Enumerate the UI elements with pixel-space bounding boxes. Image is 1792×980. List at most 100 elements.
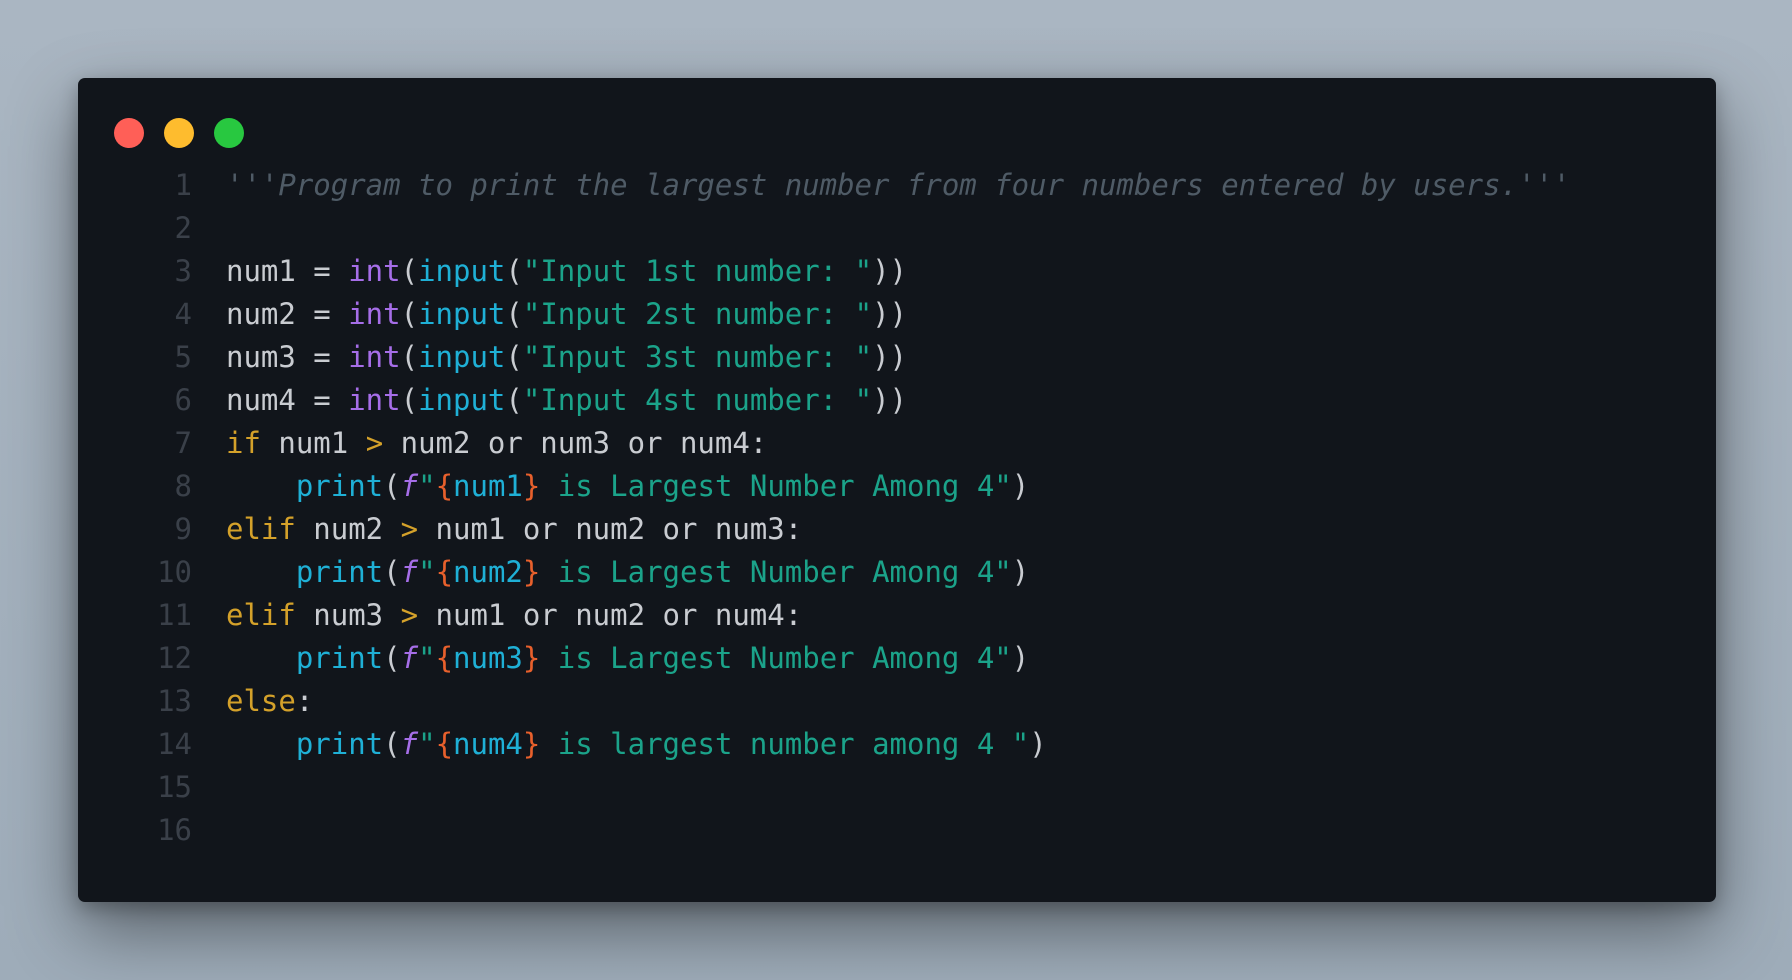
token-fprefix: f [400, 555, 419, 589]
code-line: 16 [78, 809, 1716, 852]
code-line: 5 num3 = int(input("Input 3st number: ")) [78, 336, 1716, 379]
line-number: 10 [157, 555, 192, 589]
token-interp: { [435, 727, 454, 761]
token-interp: { [435, 555, 454, 589]
token-plain: ( [400, 383, 419, 417]
token-string: "Input 1st number: " [522, 254, 873, 288]
code-line: 11 elif num3 > num1 or num2 or num4: [78, 594, 1716, 637]
line-number: 1 [174, 168, 192, 202]
token-func: print [295, 641, 384, 675]
line-source: num3 = int(input("Input 3st number: ")) [226, 336, 1716, 379]
token-plain: num2 or num3 or num4: [383, 426, 768, 460]
token-keyword: if [226, 426, 261, 460]
line-number: 14 [157, 727, 192, 761]
token-func: input [418, 297, 506, 331]
token-keyword: > [400, 512, 419, 546]
token-plain: num3 [295, 598, 401, 632]
code-editor[interactable]: 1 '''Program to print the largest number … [78, 164, 1716, 852]
token-plain: ( [383, 641, 401, 675]
token-plain: )) [872, 383, 907, 417]
line-number: 11 [157, 598, 192, 632]
line-source: if num1 > num2 or num3 or num4: [226, 422, 1716, 465]
code-line: 3 num1 = int(input("Input 1st number: ")) [78, 250, 1716, 293]
code-line: 8 print(f"{num1} is Largest Number Among… [78, 465, 1716, 508]
token-plain: ( [505, 297, 523, 331]
code-line: 6 num4 = int(input("Input 4st number: ")) [78, 379, 1716, 422]
close-button[interactable] [114, 118, 144, 148]
line-number: 2 [174, 211, 192, 245]
token-keyword: elif [226, 598, 296, 632]
line-number: 13 [157, 684, 192, 718]
token-plain: num2 = [226, 297, 349, 331]
token-string: " [418, 469, 436, 503]
line-source: print(f"{num4} is largest number among 4… [226, 723, 1716, 766]
code-line: 12 print(f"{num3} is Largest Number Amon… [78, 637, 1716, 680]
token-fprefix: f [400, 469, 419, 503]
token-string: "Input 2st number: " [522, 297, 873, 331]
token-interp: } [522, 727, 541, 761]
token-plain: )) [872, 254, 907, 288]
token-plain: num2 [295, 512, 401, 546]
code-line: 14 print(f"{num4} is largest number amon… [78, 723, 1716, 766]
line-source: elif num2 > num1 or num2 or num3: [226, 508, 1716, 551]
token-keyword: elif [226, 512, 296, 546]
code-line: 10 print(f"{num2} is Largest Number Amon… [78, 551, 1716, 594]
token-keyword: > [400, 598, 419, 632]
line-source: else: [226, 680, 1716, 723]
line-source: num1 = int(input("Input 1st number: ")) [226, 250, 1716, 293]
token-plain: ( [383, 727, 401, 761]
zoom-button[interactable] [214, 118, 244, 148]
token-plain: ) [1011, 641, 1030, 675]
token-string: is largest number among 4 " [540, 727, 1030, 761]
token-func: input [418, 254, 506, 288]
line-source: num2 = int(input("Input 2st number: ")) [226, 293, 1716, 336]
token-plain: ( [383, 555, 401, 589]
token-interp: } [522, 469, 541, 503]
token-func: print [295, 727, 384, 761]
token-string: " [418, 555, 436, 589]
code-line: 4 num2 = int(input("Input 2st number: ")) [78, 293, 1716, 336]
token-string: " [418, 641, 436, 675]
code-window: 1 '''Program to print the largest number … [78, 78, 1716, 902]
token-func: input [418, 383, 506, 417]
token-plain: num1 or num2 or num4: [418, 598, 803, 632]
line-source: elif num3 > num1 or num2 or num4: [226, 594, 1716, 637]
token-keyword: > [365, 426, 384, 460]
line-number: 12 [157, 641, 192, 675]
line-number: 9 [174, 512, 192, 546]
token-builtin: int [348, 254, 401, 288]
token-builtin: int [348, 340, 401, 374]
token-plain: ( [400, 297, 419, 331]
line-number: 7 [174, 426, 192, 460]
token-string: "Input 3st number: " [522, 340, 873, 374]
token-plain: ) [1011, 469, 1030, 503]
line-source [226, 766, 1716, 809]
token-plain: num3 = [226, 340, 349, 374]
minimize-button[interactable] [164, 118, 194, 148]
line-number: 6 [174, 383, 192, 417]
token-fprefix: f [400, 727, 419, 761]
line-number: 4 [174, 297, 192, 331]
token-func: num3 [453, 641, 523, 675]
line-number: 8 [174, 469, 192, 503]
token-func: print [295, 555, 384, 589]
token-string: " [418, 727, 436, 761]
token-interp: { [435, 469, 454, 503]
token-string: "Input 4st number: " [522, 383, 873, 417]
token-string: is Largest Number Among 4" [540, 469, 1012, 503]
code-line: 15 [78, 766, 1716, 809]
token-string: is Largest Number Among 4" [540, 555, 1012, 589]
line-source: print(f"{num2} is Largest Number Among 4… [226, 551, 1716, 594]
token-func: num2 [453, 555, 523, 589]
token-plain: )) [872, 297, 907, 331]
token-interp: } [522, 641, 541, 675]
token-plain: )) [872, 340, 907, 374]
token-plain: : [295, 684, 314, 718]
token-builtin: int [348, 297, 401, 331]
token-comment: '''Program to print the largest number f… [226, 168, 1571, 202]
code-line: 9 elif num2 > num1 or num2 or num3: [78, 508, 1716, 551]
token-interp: { [435, 641, 454, 675]
token-interp: } [522, 555, 541, 589]
